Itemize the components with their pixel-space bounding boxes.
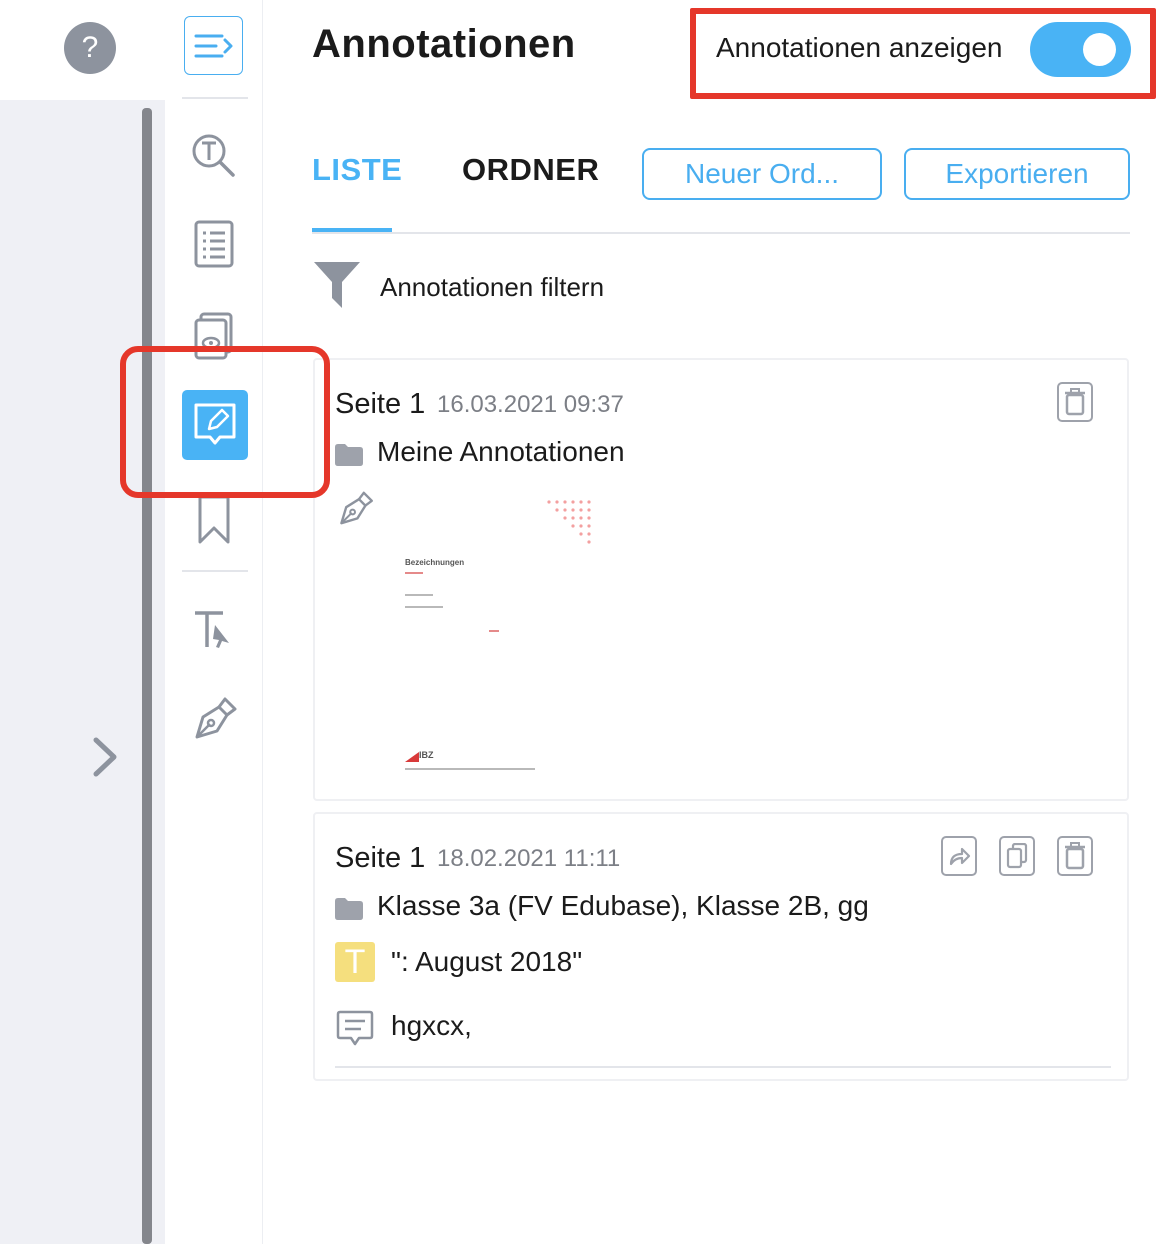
collapse-menu-icon <box>194 34 232 57</box>
text-select-button[interactable] <box>184 598 244 658</box>
text-cursor-icon <box>195 611 229 648</box>
collapse-panel-button[interactable] <box>184 16 243 75</box>
rail-separator <box>182 570 248 572</box>
trash-icon <box>1065 842 1085 870</box>
new-folder-button[interactable]: Neuer Ord... <box>642 148 882 200</box>
tabs-divider <box>312 232 1130 234</box>
annotation-preview-thumbnail[interactable]: Bezeichnungen IBZ <box>375 490 635 780</box>
ibz-logo-mark <box>405 752 419 762</box>
pen-icon <box>340 491 373 525</box>
chevron-right-icon[interactable] <box>86 734 126 780</box>
draw-button[interactable] <box>184 688 244 748</box>
scrollbar[interactable] <box>142 108 152 1244</box>
help-button[interactable]: ? <box>64 22 116 74</box>
tab-ordner[interactable]: ORDNER <box>462 152 599 188</box>
text-search-icon <box>192 134 235 177</box>
highlight-frame-toggle <box>690 8 1156 99</box>
tab-liste[interactable]: LISTE <box>312 152 402 188</box>
annotation-page: Seite 1 <box>335 842 426 874</box>
annotation-folder: Meine Annotationen <box>377 436 625 467</box>
pen-nib-icon <box>195 697 237 739</box>
document-panel <box>0 100 165 1244</box>
table-of-contents-button[interactable] <box>184 214 244 274</box>
filter-annotations-link[interactable]: Annotationen filtern <box>380 272 604 303</box>
trash-icon <box>1065 388 1085 416</box>
help-icon: ? <box>81 31 99 64</box>
comment-icon <box>336 1010 374 1046</box>
annotation-card[interactable]: Seite 1 16.03.2021 09:37 Meine Annotatio… <box>313 358 1129 801</box>
share-button[interactable] <box>941 836 977 876</box>
preview-heading: Bezeichnungen <box>405 558 465 567</box>
folder-icon <box>335 898 363 920</box>
copy-icon <box>1006 843 1028 869</box>
rail-divider <box>262 0 263 1244</box>
bookmarks-button[interactable] <box>184 490 244 550</box>
list-document-icon <box>194 220 234 268</box>
annotation-page: Seite 1 <box>335 388 426 420</box>
bookmark-icon <box>198 495 230 544</box>
page-title: Annotationen <box>312 22 576 66</box>
filter-icon[interactable] <box>312 258 362 310</box>
delete-button[interactable] <box>1057 382 1093 422</box>
annotation-date: 16.03.2021 09:37 <box>437 391 624 418</box>
annotation-date: 18.02.2021 11:11 <box>437 845 621 872</box>
folder-icon <box>335 444 363 466</box>
rail-separator <box>182 97 248 99</box>
delete-button[interactable] <box>1057 836 1093 876</box>
preview-logo: IBZ <box>419 750 434 760</box>
copy-button[interactable] <box>999 836 1035 876</box>
export-button[interactable]: Exportieren <box>904 148 1130 200</box>
card-divider <box>335 1066 1111 1068</box>
highlighted-quote: ": August 2018" <box>391 946 583 977</box>
comment-text: hgxcx, <box>391 1010 472 1041</box>
decorative-triangle-pattern <box>547 500 591 544</box>
active-tab-indicator <box>312 228 392 232</box>
annotation-folder: Klasse 3a (FV Edubase), Klasse 2B, gg <box>377 890 869 921</box>
highlight-frame-annotations-button <box>120 346 330 498</box>
text-highlight-icon: T <box>335 942 375 982</box>
text-search-button[interactable] <box>184 126 244 186</box>
annotation-card[interactable]: Seite 1 18.02.2021 11:11 Klasse 3a (FV E… <box>313 812 1129 1081</box>
share-icon <box>949 847 971 866</box>
